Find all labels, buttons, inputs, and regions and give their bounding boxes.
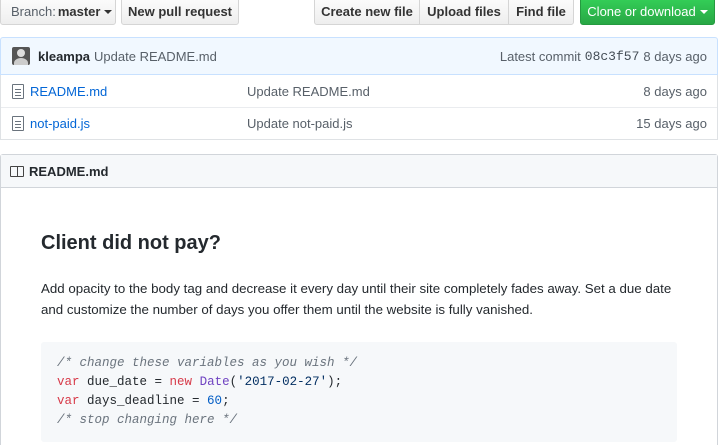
file-list: README.md Update README.md 8 days ago no… — [0, 75, 718, 140]
create-new-file-button[interactable]: Create new file — [314, 0, 420, 25]
code-text: ); — [327, 375, 343, 389]
file-row: README.md Update README.md 8 days ago — [1, 75, 717, 107]
upload-files-button[interactable]: Upload files — [419, 0, 509, 25]
commit-meta: Latest commit 08c3f57 8 days ago — [500, 49, 707, 64]
code-number: 60 — [207, 394, 223, 408]
chevron-down-icon — [104, 10, 113, 14]
code-string: '2017-02-27' — [237, 375, 328, 389]
file-icon — [12, 83, 24, 99]
clone-or-download-button[interactable]: Clone or download — [580, 0, 715, 25]
latest-commit-label: Latest commit — [499, 48, 581, 64]
commit-author[interactable]: kleampa — [38, 49, 90, 64]
code-text: due_date = — [79, 375, 170, 389]
file-age: 8 days ago — [643, 83, 707, 99]
chevron-down-icon — [699, 10, 708, 14]
readme-title: README.md — [29, 163, 109, 179]
new-pull-request-button[interactable]: New pull request — [121, 0, 239, 25]
file-actions-group: Create new file Upload files Find file — [314, 0, 574, 25]
readme-header: README.md — [1, 155, 717, 188]
branch-select-button[interactable]: Branch: master — [0, 0, 116, 25]
branch-label: Branch: — [11, 3, 56, 19]
latest-commit-bar: kleampa Update README.md Latest commit 0… — [0, 37, 718, 75]
avatar[interactable] — [12, 47, 30, 65]
code-line: /* change these variables as you wish */ — [57, 354, 661, 373]
code-line: /* stop changing here */ — [57, 411, 661, 430]
commit-sha[interactable]: 08c3f57 — [585, 49, 640, 64]
file-name-link[interactable]: not-paid.js — [30, 116, 246, 131]
file-icon — [12, 116, 24, 131]
code-function: Date — [199, 375, 230, 389]
readme-heading: Client did not pay? — [41, 232, 221, 254]
file-age: 15 days ago — [636, 116, 707, 131]
file-commit-message[interactable]: Update README.md — [247, 84, 370, 99]
readme-body: Client did not pay? Add opacity to the b… — [1, 232, 717, 442]
book-icon — [10, 165, 24, 177]
code-text: days_deadline = — [79, 394, 208, 408]
code-keyword: var — [57, 394, 80, 408]
code-line: var due_date = new Date('2017-02-27'); — [57, 373, 661, 392]
commit-message[interactable]: Update README.md — [94, 49, 217, 64]
commit-date: 8 days ago — [643, 48, 707, 64]
readme-paragraph: Add opacity to the body tag and decrease… — [41, 281, 672, 317]
code-text: ( — [229, 375, 238, 389]
code-block: /* change these variables as you wish */… — [41, 342, 677, 442]
find-file-button[interactable]: Find file — [508, 0, 574, 25]
file-name-link[interactable]: README.md — [30, 84, 246, 99]
file-navigation-toolbar: Branch: master New pull request Create n… — [0, 0, 718, 25]
file-row: not-paid.js Update not-paid.js 15 days a… — [1, 107, 717, 139]
code-line: var days_deadline = 60; — [57, 392, 661, 411]
code-keyword: var — [57, 375, 80, 389]
code-comment: /* change these variables as you wish */ — [57, 356, 358, 370]
code-text: ; — [222, 394, 230, 408]
code-comment: /* stop changing here */ — [57, 413, 238, 427]
file-commit-message[interactable]: Update not-paid.js — [247, 116, 353, 131]
readme-box: README.md Client did not pay? Add opacit… — [0, 154, 718, 445]
branch-name: master — [57, 3, 101, 19]
clone-label: Clone or download — [587, 3, 696, 19]
code-keyword: new — [169, 375, 193, 389]
